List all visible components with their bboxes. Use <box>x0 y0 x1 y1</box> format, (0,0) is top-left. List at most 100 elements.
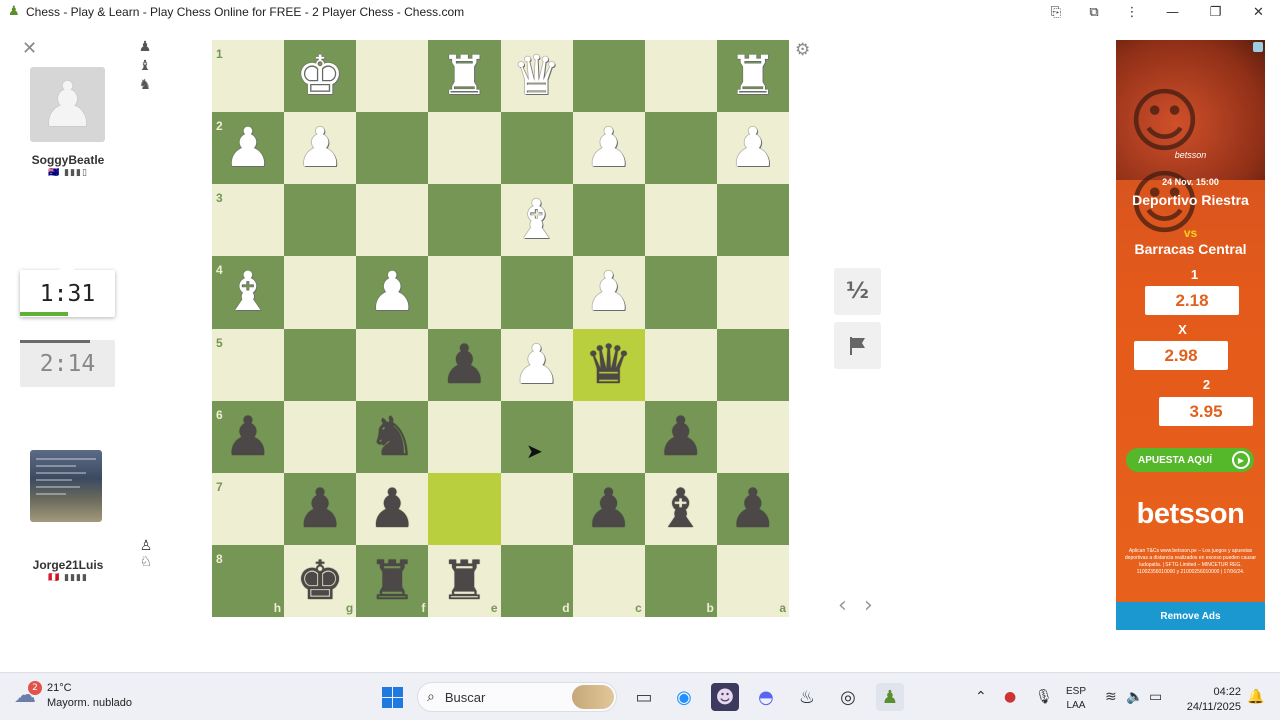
offer-draw-button[interactable]: ½ <box>834 268 881 315</box>
battery-icon[interactable]: ▭ <box>1149 673 1162 720</box>
edge-browser-icon[interactable]: ◉ <box>670 683 698 711</box>
square-g3[interactable] <box>284 184 357 257</box>
square-e6[interactable] <box>428 400 501 473</box>
square-c3[interactable] <box>572 184 645 257</box>
bottom-player-name[interactable]: Jorge21Luis <box>0 558 136 572</box>
character-app-icon[interactable]: ☻ <box>711 683 739 711</box>
square-a7[interactable] <box>716 472 789 545</box>
volume-icon[interactable]: 🔈 <box>1126 673 1143 720</box>
square-d1[interactable] <box>500 40 573 113</box>
square-c7[interactable] <box>572 472 645 545</box>
ad-bet-here-button[interactable]: APUESTA AQUÍ ▶ <box>1126 448 1254 472</box>
square-g8[interactable]: g <box>284 544 357 617</box>
square-e2[interactable] <box>428 112 501 185</box>
square-f5[interactable] <box>356 328 429 401</box>
square-b8[interactable]: b <box>644 544 717 617</box>
tray-expand-icon[interactable]: ⌃ <box>975 673 987 720</box>
square-f3[interactable] <box>356 184 429 257</box>
square-f4[interactable] <box>356 256 429 329</box>
square-e8[interactable]: e <box>428 544 501 617</box>
square-h1[interactable]: 1 <box>212 40 285 113</box>
close-panel-icon[interactable]: ✕ <box>22 38 37 59</box>
square-h8[interactable]: 8h <box>212 544 285 617</box>
square-g5[interactable] <box>284 328 357 401</box>
resign-button[interactable] <box>834 322 881 369</box>
board-settings-gear-icon[interactable]: ⚙ <box>795 40 810 60</box>
square-f1[interactable] <box>356 40 429 113</box>
notification-bell-icon[interactable]: 🔔 <box>1247 673 1264 720</box>
square-d7[interactable] <box>500 472 573 545</box>
square-f2[interactable] <box>356 112 429 185</box>
square-d8[interactable]: d <box>500 544 573 617</box>
advertisement[interactable]: ☺☺ betsson 24 Nov. 15:00 Deportivo Riest… <box>1116 40 1265 630</box>
close-window-button[interactable]: ✕ <box>1237 0 1280 24</box>
square-d2[interactable] <box>500 112 573 185</box>
square-g6[interactable] <box>284 400 357 473</box>
top-player-name[interactable]: SoggyBeatle <box>0 153 136 167</box>
maximize-button[interactable]: ❐ <box>1194 0 1237 24</box>
square-e7[interactable] <box>428 472 501 545</box>
square-h6[interactable]: 6 <box>212 400 285 473</box>
square-g1[interactable] <box>284 40 357 113</box>
square-h4[interactable]: 4 <box>212 256 285 329</box>
square-a6[interactable] <box>716 400 789 473</box>
microphone-icon[interactable]: 🎙 <box>1035 673 1053 720</box>
square-h2[interactable]: 2 <box>212 112 285 185</box>
windows-start-icon[interactable] <box>378 683 406 711</box>
square-h3[interactable]: 3 <box>212 184 285 257</box>
extensions-icon[interactable]: ⧉ <box>1075 0 1113 24</box>
square-a4[interactable] <box>716 256 789 329</box>
square-f7[interactable] <box>356 472 429 545</box>
square-c4[interactable] <box>572 256 645 329</box>
square-c1[interactable] <box>572 40 645 113</box>
next-move-arrow-icon[interactable]: › <box>864 593 873 618</box>
square-g7[interactable] <box>284 472 357 545</box>
square-h5[interactable]: 5 <box>212 328 285 401</box>
square-e3[interactable] <box>428 184 501 257</box>
ad-odds-box-x[interactable]: 2.98 <box>1134 341 1228 370</box>
square-e1[interactable] <box>428 40 501 113</box>
square-d4[interactable] <box>500 256 573 329</box>
translate-icon[interactable]: ⎘ <box>1037 0 1075 24</box>
obs-icon[interactable]: ◎ <box>834 683 862 711</box>
square-b4[interactable] <box>644 256 717 329</box>
square-c5[interactable] <box>572 328 645 401</box>
square-b1[interactable] <box>644 40 717 113</box>
tray-app-icon[interactable]: ● <box>1004 673 1016 720</box>
menu-icon[interactable]: ⋮ <box>1113 0 1151 24</box>
steam-icon[interactable]: ♨ <box>793 683 821 711</box>
square-a5[interactable] <box>716 328 789 401</box>
square-a3[interactable] <box>716 184 789 257</box>
bottom-player-avatar[interactable] <box>30 450 102 522</box>
previous-move-arrow-icon[interactable]: ‹ <box>838 593 847 618</box>
remove-ads-button[interactable]: Remove Ads <box>1116 602 1265 630</box>
square-a2[interactable] <box>716 112 789 185</box>
square-g2[interactable] <box>284 112 357 185</box>
square-b2[interactable] <box>644 112 717 185</box>
square-b3[interactable] <box>644 184 717 257</box>
weather-widget[interactable]: ☁ 2 21°C Mayorm. nublado <box>14 681 132 711</box>
square-f6[interactable] <box>356 400 429 473</box>
chess-taskbar-icon[interactable]: ♟ <box>876 683 904 711</box>
square-d3[interactable] <box>500 184 573 257</box>
ad-odds-box-2[interactable]: 3.95 <box>1159 397 1253 426</box>
ad-info-icon[interactable] <box>1253 42 1263 52</box>
square-g4[interactable] <box>284 256 357 329</box>
square-f8[interactable]: f <box>356 544 429 617</box>
chess-board[interactable]: 1 2 3 4 5 6 7 8 h g f e d c b a ♚ ♜ ♛ ♜ ♟ ♟ ♟ ♟ ♝ ♝ ♟ ♟ ♟ ♟ ♛ ♟ ♞ ♟ ♟ ♟ ♟ ♝ ♟ ♚… <box>212 40 789 617</box>
task-view-icon[interactable]: ▭ <box>630 683 658 711</box>
square-h7[interactable]: 7 <box>212 472 285 545</box>
discord-icon[interactable]: ◓ <box>752 683 780 711</box>
minimize-button[interactable]: — <box>1151 0 1194 24</box>
square-b6[interactable] <box>644 400 717 473</box>
square-c2[interactable] <box>572 112 645 185</box>
square-a1[interactable] <box>716 40 789 113</box>
square-b7[interactable] <box>644 472 717 545</box>
ad-odds-box-1[interactable]: 2.18 <box>1145 286 1239 315</box>
square-e5[interactable] <box>428 328 501 401</box>
clock-date[interactable]: 04:22 24/11/2025 <box>1175 685 1241 715</box>
taskbar-search-input[interactable]: ⌕ Buscar <box>417 682 617 712</box>
square-d5[interactable] <box>500 328 573 401</box>
language-indicator[interactable]: ESP LAA <box>1066 685 1086 713</box>
wifi-icon[interactable]: ≋ <box>1105 673 1117 720</box>
